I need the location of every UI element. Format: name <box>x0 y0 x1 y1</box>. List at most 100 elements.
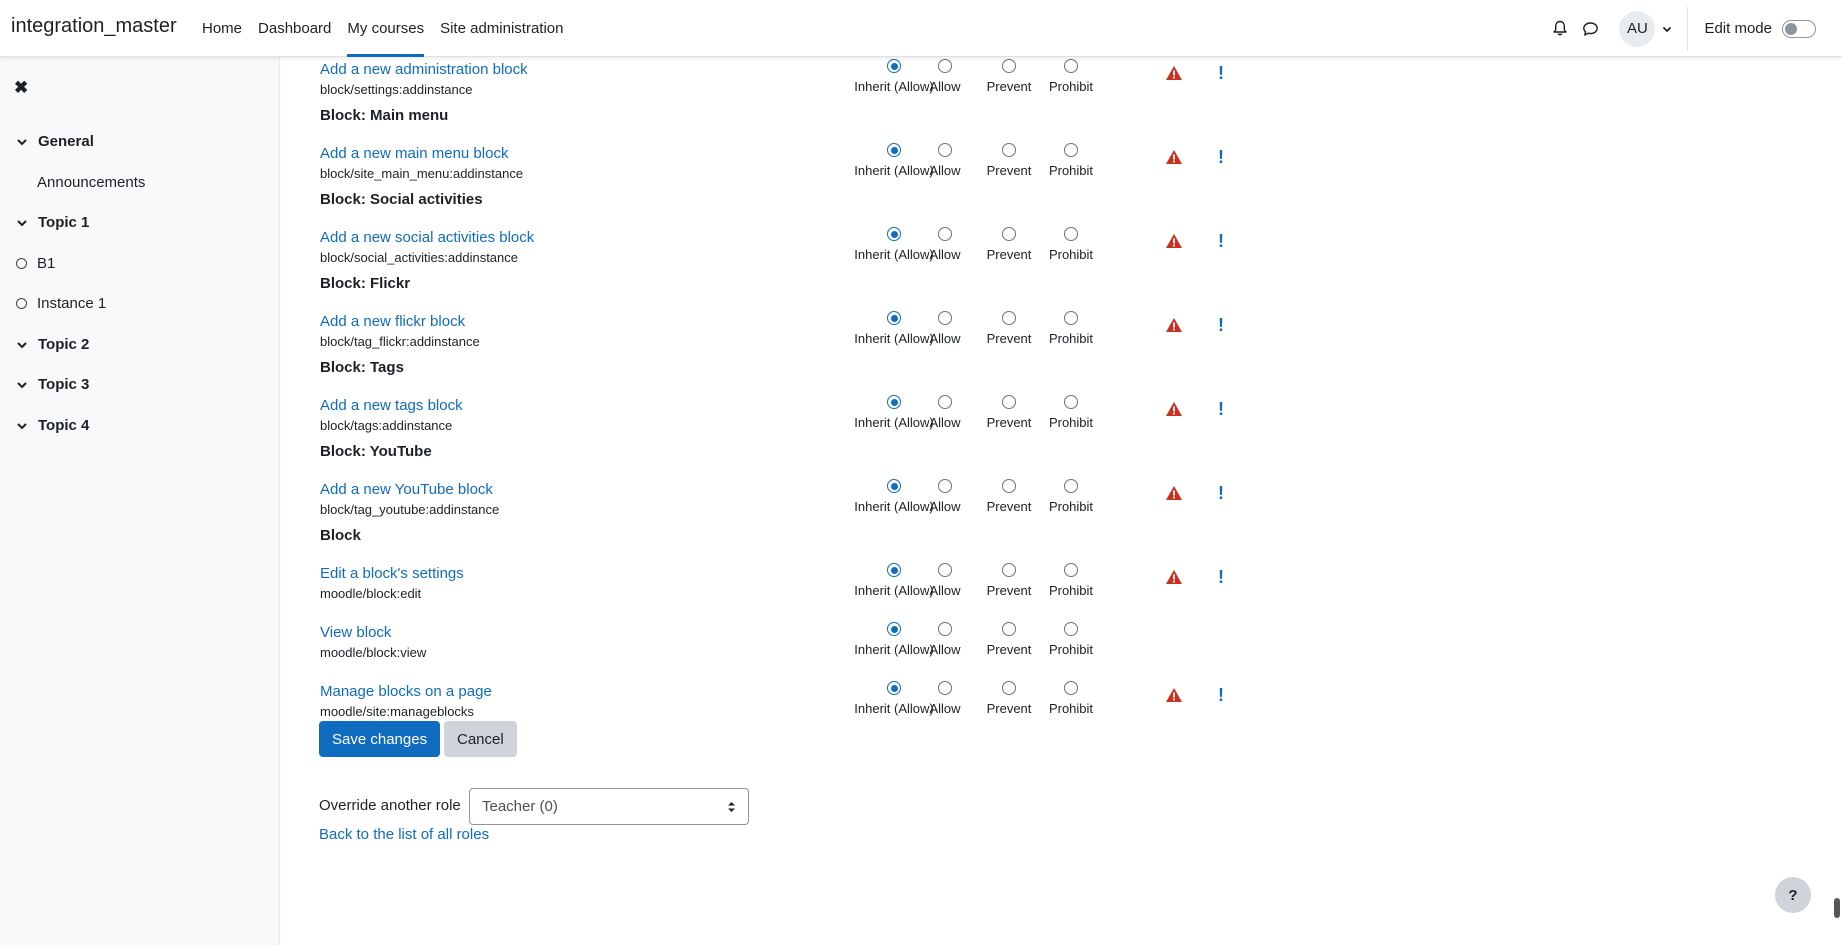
permission-radio[interactable] <box>1002 227 1016 241</box>
permission-option[interactable]: Prevent <box>981 227 1037 262</box>
permission-option[interactable]: Prohibit <box>1043 59 1099 94</box>
permission-option[interactable]: Prohibit <box>1043 681 1099 716</box>
edit-mode-toggle[interactable] <box>1782 19 1816 38</box>
permission-option[interactable]: Prohibit <box>1043 143 1099 178</box>
messages-chat-icon[interactable] <box>1575 14 1605 44</box>
permission-radio[interactable] <box>887 681 901 695</box>
permission-radio[interactable] <box>938 563 952 577</box>
nav-dashboard[interactable]: Dashboard <box>250 0 339 57</box>
save-changes-button[interactable]: Save changes <box>319 721 441 757</box>
override-role-select[interactable]: Teacher (0) <box>469 788 749 825</box>
chevron-down-icon[interactable] <box>15 216 29 230</box>
chevron-down-icon[interactable] <box>15 378 29 392</box>
capability-link[interactable]: Add a new administration block <box>320 61 528 78</box>
course-index-item-b1[interactable]: B1 <box>0 255 55 272</box>
permission-radio[interactable] <box>887 395 901 409</box>
permission-radio[interactable] <box>938 479 952 493</box>
capability-link[interactable]: Edit a block's settings <box>320 565 464 582</box>
permission-option[interactable]: Prohibit <box>1043 563 1099 598</box>
risk-exclamation-icon[interactable]: ! <box>1218 148 1224 166</box>
permission-radio[interactable] <box>1002 563 1016 577</box>
course-index-item-announcements[interactable]: Announcements <box>0 174 145 191</box>
permission-radio[interactable] <box>1064 59 1078 73</box>
permission-radio[interactable] <box>938 395 952 409</box>
permission-radio[interactable] <box>1064 681 1078 695</box>
nav-my-courses[interactable]: My courses <box>339 0 432 57</box>
capability-link[interactable]: Add a new tags block <box>320 397 463 414</box>
notifications-bell-icon[interactable] <box>1545 14 1575 44</box>
permission-radio[interactable] <box>1002 311 1016 325</box>
permission-radio[interactable] <box>887 622 901 636</box>
permission-radio[interactable] <box>887 227 901 241</box>
permission-option[interactable]: Prevent <box>981 59 1037 94</box>
permission-option[interactable]: Prohibit <box>1043 479 1099 514</box>
risk-warning-icon[interactable] <box>1165 65 1183 85</box>
permission-option[interactable]: Prevent <box>981 395 1037 430</box>
chevron-down-icon[interactable] <box>15 135 29 149</box>
permission-radio[interactable] <box>887 311 901 325</box>
permission-option[interactable]: Prevent <box>981 311 1037 346</box>
permission-radio[interactable] <box>1064 143 1078 157</box>
chevron-down-icon[interactable] <box>15 419 29 433</box>
permission-radio[interactable] <box>1002 479 1016 493</box>
permission-radio[interactable] <box>938 227 952 241</box>
help-button[interactable]: ? <box>1775 877 1811 913</box>
risk-warning-icon[interactable] <box>1165 317 1183 337</box>
permission-option[interactable]: Prevent <box>981 479 1037 514</box>
permission-option[interactable]: Allow <box>925 59 965 94</box>
capability-link[interactable]: View block <box>320 624 391 641</box>
permission-radio[interactable] <box>938 59 952 73</box>
chevron-down-icon[interactable] <box>15 338 29 352</box>
permission-radio[interactable] <box>1002 143 1016 157</box>
user-menu[interactable]: AU <box>1619 10 1673 47</box>
course-index-section-topic-3[interactable]: Topic 3 <box>0 376 89 393</box>
nav-site-administration[interactable]: Site administration <box>432 0 571 57</box>
permission-radio[interactable] <box>1064 563 1078 577</box>
permission-option[interactable]: Allow <box>925 311 965 346</box>
course-index-section-topic-1[interactable]: Topic 1 <box>0 214 89 231</box>
permission-option[interactable]: Allow <box>925 143 965 178</box>
permission-option[interactable]: Allow <box>925 681 965 716</box>
capability-link[interactable]: Add a new main menu block <box>320 145 508 162</box>
permission-radio[interactable] <box>938 681 952 695</box>
permission-option[interactable]: Prevent <box>981 143 1037 178</box>
course-index-item-instance-1[interactable]: Instance 1 <box>0 295 106 312</box>
capability-link[interactable]: Add a new social activities block <box>320 229 534 246</box>
permission-radio[interactable] <box>1064 395 1078 409</box>
cancel-button[interactable]: Cancel <box>444 721 517 757</box>
permission-option[interactable]: Prohibit <box>1043 311 1099 346</box>
site-brand[interactable]: integration_master <box>11 15 177 38</box>
permission-option[interactable]: Allow <box>925 395 965 430</box>
permission-radio[interactable] <box>1002 59 1016 73</box>
risk-warning-icon[interactable] <box>1165 233 1183 253</box>
risk-exclamation-icon[interactable]: ! <box>1218 568 1224 586</box>
permission-option[interactable]: Prevent <box>981 622 1037 657</box>
course-index-section-topic-2[interactable]: Topic 2 <box>0 336 89 353</box>
permission-radio[interactable] <box>887 143 901 157</box>
permission-radio[interactable] <box>1002 622 1016 636</box>
permission-radio[interactable] <box>1064 311 1078 325</box>
permission-radio[interactable] <box>1064 622 1078 636</box>
risk-warning-icon[interactable] <box>1165 687 1183 707</box>
permission-option[interactable]: Prohibit <box>1043 227 1099 262</box>
nav-home[interactable]: Home <box>194 0 250 57</box>
course-index-section-topic-4[interactable]: Topic 4 <box>0 417 89 434</box>
permission-radio[interactable] <box>938 311 952 325</box>
capability-link[interactable]: Add a new flickr block <box>320 313 465 330</box>
risk-exclamation-icon[interactable]: ! <box>1218 484 1224 502</box>
permission-option[interactable]: Prohibit <box>1043 622 1099 657</box>
back-to-roles-link[interactable]: Back to the list of all roles <box>319 826 489 843</box>
risk-exclamation-icon[interactable]: ! <box>1218 316 1224 334</box>
risk-exclamation-icon[interactable]: ! <box>1218 64 1224 82</box>
permission-option[interactable]: Allow <box>925 563 965 598</box>
permission-option[interactable]: Prohibit <box>1043 395 1099 430</box>
permission-option[interactable]: Allow <box>925 227 965 262</box>
risk-exclamation-icon[interactable]: ! <box>1218 232 1224 250</box>
risk-warning-icon[interactable] <box>1165 485 1183 505</box>
permission-radio[interactable] <box>887 59 901 73</box>
capability-link[interactable]: Manage blocks on a page <box>320 683 492 700</box>
capability-link[interactable]: Add a new YouTube block <box>320 481 493 498</box>
risk-warning-icon[interactable] <box>1165 149 1183 169</box>
permission-radio[interactable] <box>938 622 952 636</box>
course-index-section-general[interactable]: General <box>0 133 94 150</box>
